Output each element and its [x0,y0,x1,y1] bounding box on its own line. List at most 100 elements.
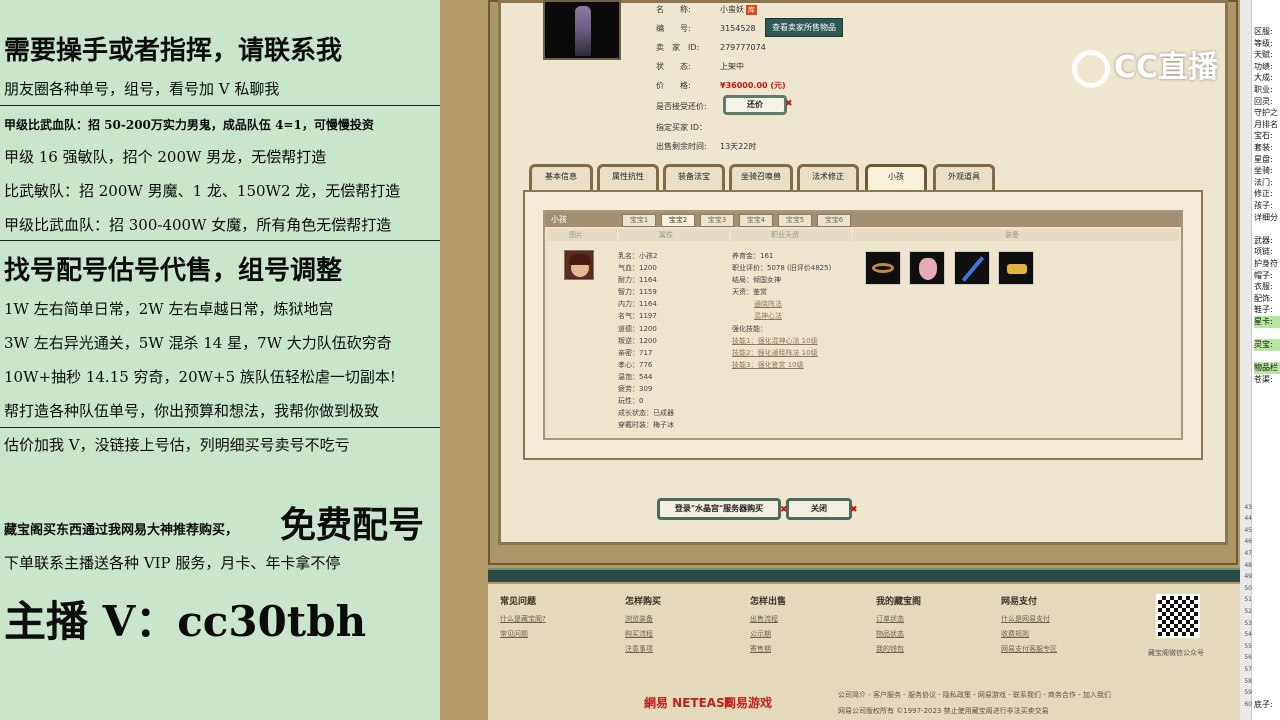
row-number: 56 [1244,654,1252,662]
game-window: 名 称: 小蛮妖库 编 号: 3154528 查看卖家所售物品 卖 家 ID: 279… [440,0,1240,720]
child-career: 养育金：161 职业评价：5078 (旧评价4825) 结局：倾国女神 天资：鉴… [732,250,831,371]
sheet-cell[interactable]: 配饰: [1254,293,1273,305]
subtab-baby-6[interactable]: 宝宝6 [817,214,851,227]
tab-spells[interactable]: 法术修正 [797,164,859,190]
footer-link[interactable]: 什么是网易支付 [1001,614,1050,624]
close-x-icon: ✖ [850,505,858,515]
child-avatar [564,250,594,280]
footer-link[interactable]: 网易支付客服专区 [1001,644,1057,654]
bargain-button[interactable]: 还价 [723,95,787,115]
sheet-cell[interactable]: 底子: [1254,699,1273,711]
footer-heading: 网易支付 [1001,597,1038,607]
skill-link[interactable]: 技能3：强化鉴赏 10级 [732,359,831,371]
stat-row: 叛逆：1200 [618,336,657,345]
row-number: 47 [1244,550,1252,557]
row-number: 43 [1244,503,1252,511]
footer-link[interactable]: 出售流程 [750,614,778,624]
equip-slot-weapon[interactable] [954,251,990,285]
view-seller-button[interactable]: 查看卖家所售物品 [765,18,843,37]
sheet-cell[interactable]: 帽子: [1254,270,1273,282]
footer-links[interactable]: 公司简介 - 客户服务 - 服务协议 - 隐私政策 - 网易游戏 - 联系我们 … [838,690,1111,700]
sheet-cell[interactable]: 区服: [1254,26,1273,38]
equip-slot-bracelet[interactable] [865,251,901,285]
sheet-cell[interactable]: 星盘: [1254,154,1273,166]
sheet-cell[interactable]: 宝石: [1254,130,1273,142]
sheet-cell[interactable]: 坐骑: [1254,165,1273,177]
tab-basic-info[interactable]: 基本信息 [529,164,593,190]
promo-line: 藏宝阁买东西通过我网易大神推荐购买， [4,523,239,538]
promo-line: 朋友圈各种单号，组号，看号加 V 私聊我 [4,80,280,98]
sheet-cell[interactable]: 修正: [1254,188,1273,200]
login-buy-button[interactable]: 登录"水晶宫"服务器购买 [657,498,781,520]
sheet-cell[interactable]: 功绩: [1254,61,1273,73]
tab-equipment[interactable]: 装备法宝 [663,164,725,190]
skill-link[interactable]: 技能2：强化通晓阵法 10级 [732,347,831,359]
footer-link[interactable]: 我的钱包 [876,644,904,654]
tab-child[interactable]: 小孩 [865,164,927,190]
sheet-cell[interactable]: 天赋: [1254,49,1273,61]
footer-link[interactable]: 浏览装备 [625,614,653,624]
row-number: 49 [1244,573,1252,581]
sheet-cell[interactable]: 护身符 [1254,258,1278,270]
sheet-cell[interactable]: 月排名 [1254,119,1278,131]
footer-link[interactable]: 订单状态 [876,614,904,624]
sheet-cell[interactable]: 灵宝: [1254,339,1280,352]
tab-mounts[interactable]: 坐骑召唤兽 [729,164,793,190]
row-number: 51 [1244,596,1252,604]
sheet-cell[interactable]: 苍渠: [1254,374,1273,386]
skill-link[interactable]: 技能1：强化混神心法 10级 [732,335,831,347]
footer-link[interactable]: 公示期 [750,629,771,639]
sheet-cell[interactable]: 物品栏 [1254,362,1280,375]
buyer-label: 指定买家 ID： [656,123,708,132]
footer-link[interactable]: 寄售期 [750,644,771,654]
close-button[interactable]: 关闭 [786,498,852,520]
row-number: 50 [1244,584,1252,592]
row-number: 48 [1244,561,1252,569]
equip-slot-gold[interactable] [998,251,1034,285]
subtab-baby-4[interactable]: 宝宝4 [739,214,773,227]
talent-link[interactable]: 混神心法 [732,310,831,322]
sheet-cell[interactable]: 等级: [1254,38,1273,50]
career-row: 结局：倾国女神 [732,276,781,285]
sheet-cell[interactable]: 大成: [1254,72,1273,84]
qr-code-icon [1156,594,1200,638]
item-price: 价 格: ¥36000.00 (元) [656,81,786,90]
subtab-baby-2[interactable]: 宝宝2 [661,214,695,227]
sheet-cell[interactable]: 武器: [1254,235,1273,247]
character-image [543,0,621,60]
cc-logo-icon [1072,49,1110,88]
sheet-cell[interactable]: 衣服: [1254,281,1273,293]
sheet-cell[interactable]: 孩子: [1254,200,1273,212]
subtab-baby-3[interactable]: 宝宝3 [700,214,734,227]
sheet-cell[interactable]: 详细分 [1254,212,1278,224]
footer-link[interactable]: 什么是藏宝阁? [500,614,546,624]
footer-link[interactable]: 常见问题 [500,629,528,639]
subtab-baby-1[interactable]: 宝宝1 [622,214,656,227]
sheet-cell[interactable]: 星卡: [1254,316,1280,328]
promo-line: 甲级比武血队：招 50-200万实力男鬼，成品队伍 4=1，可慢慢投资 [4,118,374,132]
talent-link[interactable]: 通晓阵法 [732,298,831,310]
footer-link[interactable]: 收费规则 [1001,629,1029,639]
sheet-cell[interactable]: 守护之 [1254,107,1278,119]
sheet-cell[interactable]: 套装: [1254,142,1273,154]
tab-appearance[interactable]: 外观道具 [933,164,995,190]
bargain-label: 是否接受还价: [656,102,707,111]
sheet-cell[interactable]: 职业: [1254,84,1273,96]
tab-attributes[interactable]: 属性抗性 [597,164,659,190]
col-header-career: 职业天资 [731,229,851,241]
footer-link[interactable]: 注意事项 [625,644,653,654]
child-stats: 乳名：小孩2 气血：1200 耐力：1164 智力：1159 内力：1164 名… [618,250,674,431]
sheet-cell[interactable]: 回灵: [1254,96,1273,108]
row-number: 57 [1244,666,1252,673]
equip-slot-pouch[interactable] [909,251,945,285]
footer-link[interactable]: 物品状态 [876,629,904,639]
sheet-cell[interactable]: 项链: [1254,246,1273,258]
row-number: 53 [1244,619,1252,627]
sheet-cell[interactable]: 鞋子: [1254,304,1273,316]
promo-line: 找号配号估号代售，组号调整 [4,256,343,286]
sheet-cell[interactable]: 法门: [1254,177,1273,189]
footer-link[interactable]: 购买流程 [625,629,653,639]
time-remaining: 出售剩余时间: 13天22时 [656,142,757,151]
stat-row: 内力：1164 [618,300,657,309]
subtab-baby-5[interactable]: 宝宝5 [778,214,812,227]
